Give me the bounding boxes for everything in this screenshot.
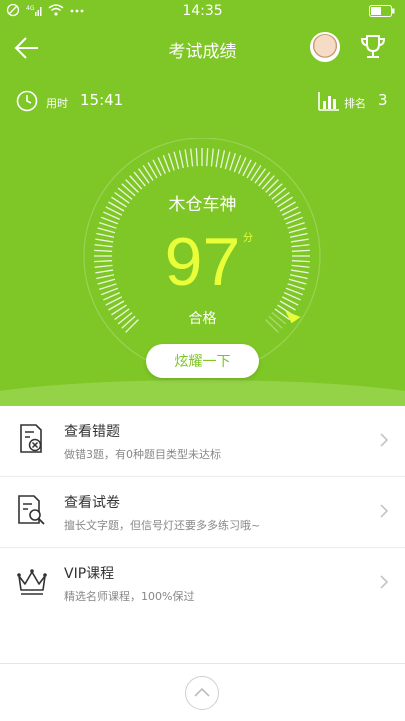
gauge-tick (162, 154, 171, 173)
gauge-tick (254, 168, 267, 184)
gauge-tick (195, 148, 198, 167)
gauge-tick (220, 150, 226, 169)
stats-bar: 用时 15:41 排名 3 (0, 88, 405, 114)
pass-status: 合格 (188, 311, 217, 327)
rank-label: 排名 (344, 97, 366, 110)
gauge-tick (168, 153, 175, 171)
clock-icon (16, 90, 38, 116)
gauge-tick (206, 148, 209, 167)
score-unit: 分 (243, 233, 253, 244)
share-button[interactable]: 炫耀一下 (146, 344, 259, 378)
gauge-tick (190, 148, 194, 167)
gauge-tick (229, 153, 236, 171)
trophy-icon (360, 35, 386, 58)
gauge-tick (210, 148, 214, 167)
crown-icon (16, 564, 48, 598)
gauge-tick (133, 171, 146, 187)
gauge-tick (215, 149, 220, 168)
list-item-title: 查看试卷 (64, 495, 120, 511)
gauge-tick (233, 154, 242, 173)
gauge-tick (173, 151, 180, 170)
score-value: 97 (164, 224, 241, 300)
battery-icon (369, 5, 395, 21)
list-item-title: VIP课程 (64, 566, 115, 582)
list-item-exam-paper[interactable]: 查看试卷 擅长文字题，但信号灯还要多多练习哦~ (0, 477, 405, 548)
list-item-subtitle: 做错3题，有0种题目类型未达标 (64, 448, 221, 461)
rank-value: 3 (378, 91, 388, 109)
gauge-tick (178, 150, 184, 169)
result-header: 4G 14:35 考试成绩 用时 15:41 排名 3 木仓车神 97 分 合格… (0, 0, 405, 406)
time-label: 用时 (46, 97, 68, 110)
list-item-subtitle: 精选名师课程，100%保过 (64, 590, 195, 603)
chevron-right-icon (379, 432, 389, 452)
gauge-tick (258, 171, 271, 187)
gauge-tick (137, 168, 150, 184)
chevron-up-icon (194, 687, 210, 697)
status-bar: 4G 14:35 (0, 0, 405, 22)
error-doc-icon (16, 422, 48, 456)
search-doc-icon (16, 493, 48, 527)
gauge-tick (129, 175, 143, 190)
user-name: 木仓车神 (168, 195, 237, 215)
scroll-up-button[interactable] (185, 676, 219, 710)
list-item-vip-course[interactable]: VIP课程 精选名师课程，100%保过 (0, 548, 405, 618)
title-bar: 考试成绩 (0, 28, 405, 68)
avatar[interactable] (310, 32, 340, 62)
chevron-right-icon (379, 503, 389, 523)
trophy-button[interactable] (358, 32, 388, 62)
list-item-wrong-questions[interactable]: 查看错题 做错3题，有0种题目类型未达标 (0, 406, 405, 477)
gauge-tick (224, 151, 231, 170)
action-list: 查看错题 做错3题，有0种题目类型未达标 查看试卷 擅长文字题，但信号灯还要多多… (0, 406, 405, 618)
hill-decoration (0, 380, 405, 406)
page-title: 考试成绩 (168, 42, 237, 62)
gauge-tick (184, 149, 189, 168)
status-time: 14:35 (182, 3, 223, 19)
chevron-right-icon (379, 574, 389, 594)
footer-bar (0, 663, 405, 721)
rank-chart-icon (318, 91, 340, 115)
list-item-title: 查看错题 (64, 424, 120, 440)
list-item-subtitle: 擅长文字题，但信号灯还要多多练习哦~ (64, 519, 261, 532)
time-value: 15:41 (80, 91, 124, 109)
gauge-tick (261, 175, 275, 190)
